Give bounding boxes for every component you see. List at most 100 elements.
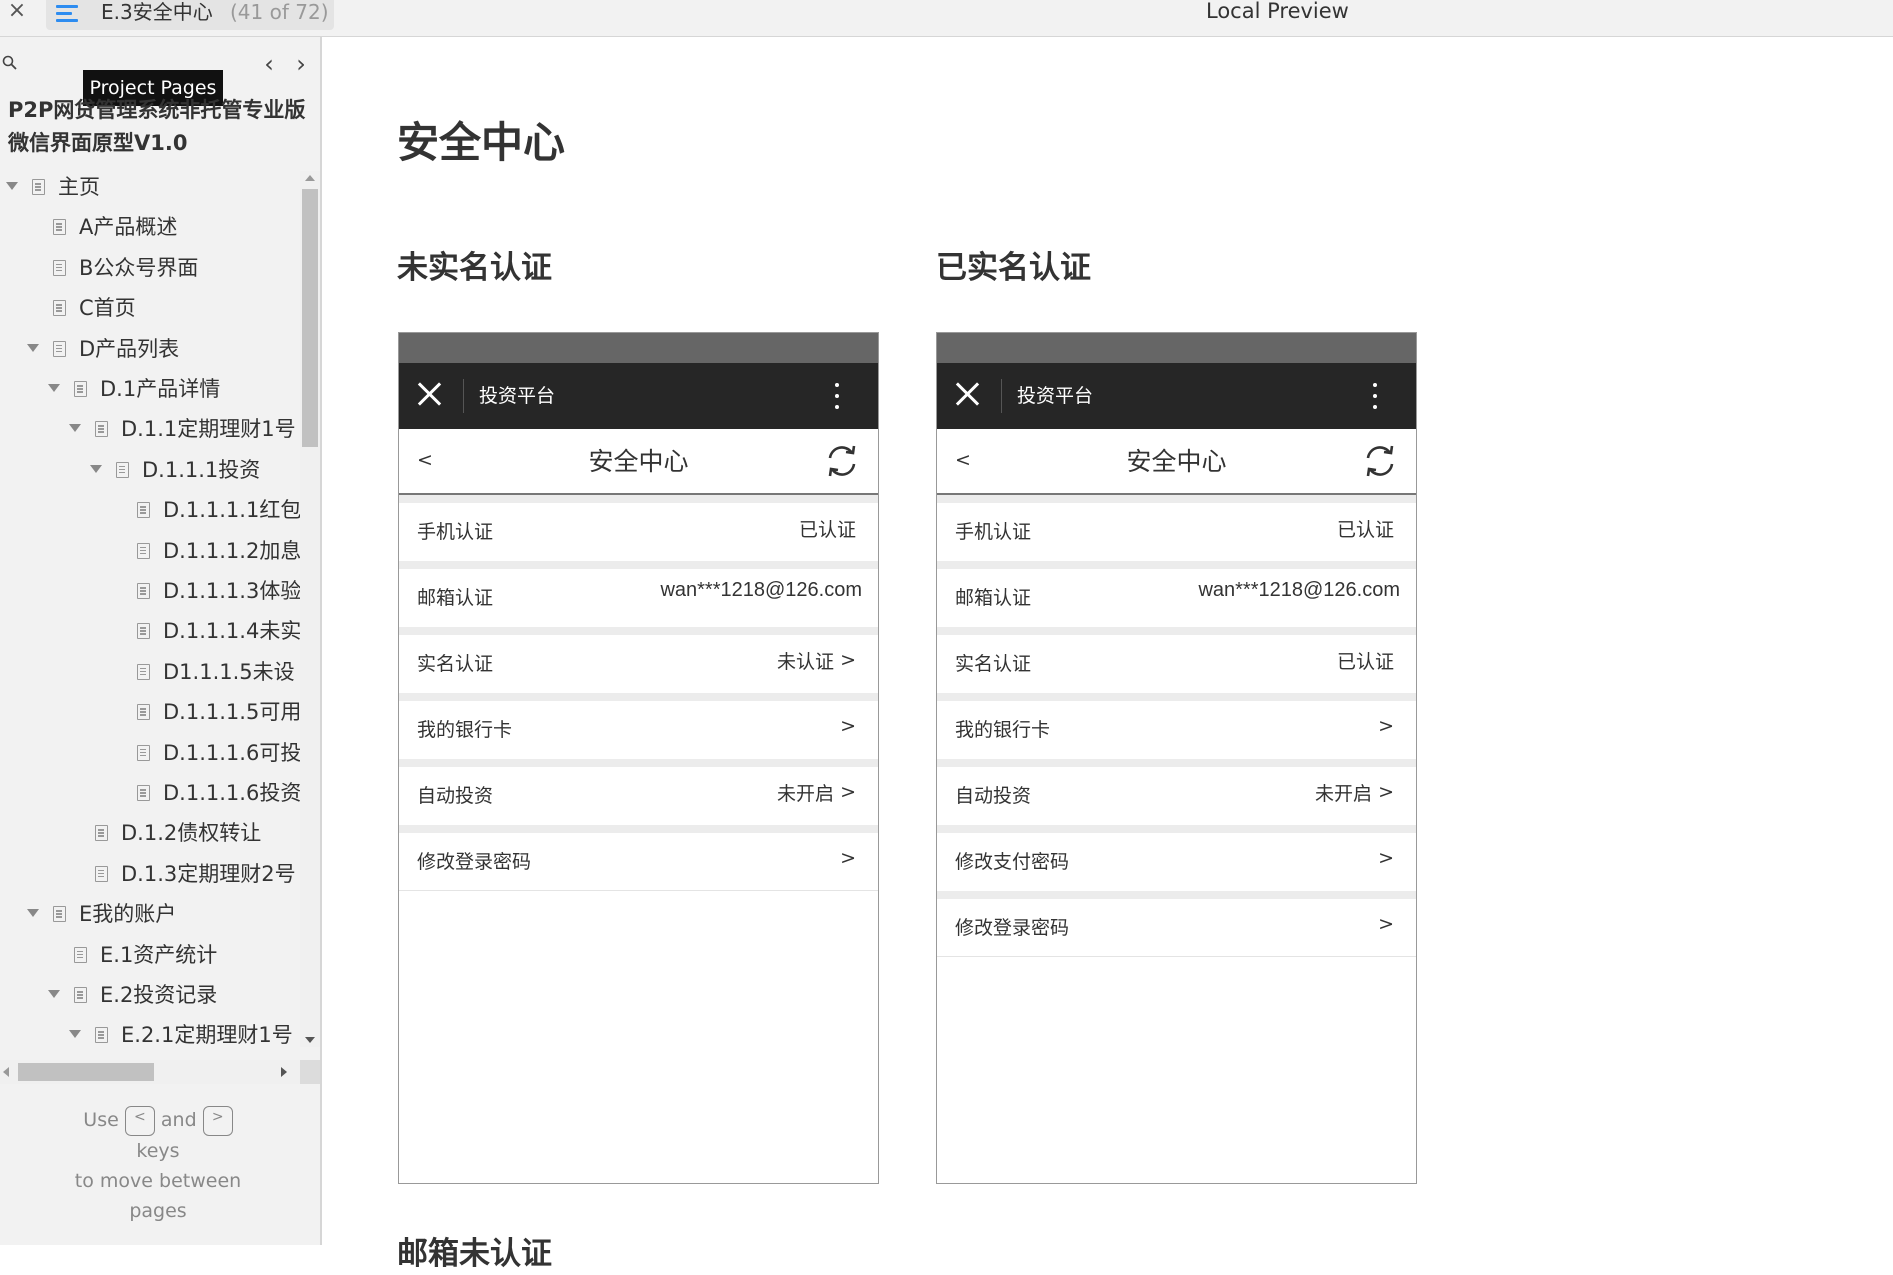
page-tree: 主页 A产品概述 B公众号界面 C首页 D产品列表 D.1产品详情 D.1.1定期理财1号 D… [0,168,300,1049]
list-item[interactable]: 邮箱认证 wan***1218@126.com [937,561,1416,627]
scrollbar-thumb[interactable] [302,189,318,447]
menu-icon[interactable] [56,2,82,24]
status-bar [937,333,1416,363]
page-icon [137,542,150,559]
list-item-value: 已认证 [1336,651,1394,673]
list-item[interactable]: 自动投资 未开启 > [399,759,878,825]
tree-item[interactable]: B公众号界面 [0,249,300,289]
app-title: 投资平台 [479,385,556,407]
prev-page-button[interactable]: ‹ [258,51,280,77]
tree-item[interactable]: D.1.1.1.2加息 [0,532,300,572]
list-item-value: 未认证 [776,651,834,673]
scroll-up-icon[interactable] [305,175,315,181]
header-title: 安全中心 [588,447,689,476]
list-item[interactable]: 自动投资 未开启 > [937,759,1416,825]
expand-arrow-icon[interactable] [27,343,39,352]
refresh-icon[interactable] [1363,443,1397,479]
expand-arrow-icon[interactable] [27,909,39,918]
list-item[interactable]: 修改支付密码 > [937,825,1416,891]
tree-item-label: 主页 [58,175,100,199]
tree-item-label: D.1.1.1.4未实 [163,619,300,644]
tree-item-label: C首页 [79,296,136,321]
chevron-right-icon: > [840,649,856,671]
tree-item[interactable]: A产品概述 [0,208,300,248]
refresh-icon[interactable] [825,443,859,479]
section-title-verified: 已实名认证 [936,250,1091,286]
list-item[interactable]: 手机认证 已认证 [937,495,1416,561]
expand-arrow-icon[interactable] [90,464,102,473]
tree-vertical-scrollbar[interactable] [300,171,320,1047]
expand-arrow-icon[interactable] [69,1030,81,1039]
security-settings-list: 手机认证 已认证 邮箱认证 wan***1218@126.com 实名认证 未认证 > 我的银… [399,495,878,891]
list-item[interactable]: 手机认证 已认证 [399,495,878,561]
list-item[interactable]: 我的银行卡 > [399,693,878,759]
tree-item[interactable]: D.1.1.1.1红包 [0,491,300,531]
list-item-value: 未开启 [776,783,834,805]
expand-arrow-icon[interactable] [48,384,60,392]
nav-header: < 安全中心 [937,429,1416,495]
list-item-label: 邮箱认证 [417,587,494,609]
tree-item[interactable]: D.1.1.1.5可用 [0,693,300,733]
list-item[interactable]: 修改登录密码 > [399,825,878,891]
section-title-email-unverified: 邮箱未认证 [397,1236,552,1272]
list-item[interactable]: 邮箱认证 wan***1218@126.com [399,561,878,627]
tree-item-label: D.1.1.1.6可投 [163,740,300,765]
current-page-name: E.3安全中心 [101,0,213,24]
tree-item-label: B公众号界面 [79,255,199,280]
tree-item[interactable]: D.1产品详情 [0,370,300,410]
page-selector[interactable]: E.3安全中心 (41 of 72) [46,0,334,30]
chevron-right-icon: > [1378,715,1394,737]
scrollbar-thumb[interactable] [18,1063,154,1081]
page-icon [137,663,150,680]
expand-arrow-icon[interactable] [6,182,18,190]
page-icon [32,179,45,195]
tree-item[interactable]: E.1资产统计 [0,936,300,976]
expand-arrow-icon[interactable] [48,990,60,998]
status-bar [399,333,878,363]
list-item-label: 手机认证 [955,521,1032,543]
close-icon[interactable]: × [6,0,28,24]
more-icon[interactable] [833,381,841,411]
close-icon[interactable] [953,379,981,411]
tree-item[interactable]: D产品列表 [0,330,300,370]
page-icon [137,502,150,519]
page-icon [137,785,150,801]
list-item[interactable]: 我的银行卡 > [937,693,1416,759]
tree-item[interactable]: 主页 [0,168,300,208]
tree-item-label: D.1.1.1.5可用 [163,700,300,725]
page-icon [74,987,87,1003]
list-item[interactable]: 修改登录密码 > [937,891,1416,957]
tree-item-label: D1.1.1.5未设 [163,659,295,684]
tree-item[interactable]: D.1.1.1.3体验 [0,572,300,612]
list-item[interactable]: 实名认证 已认证 [937,627,1416,693]
tree-item[interactable]: D1.1.1.5未设 [0,653,300,693]
page-icon [53,219,66,236]
tree-item[interactable]: E.2投资记录 [0,976,300,1016]
next-page-button[interactable]: › [290,51,312,77]
tree-horizontal-scrollbar[interactable] [0,1060,300,1084]
page-icon [137,623,150,640]
tree-item[interactable]: C首页 [0,289,300,329]
list-item[interactable]: 实名认证 未认证 > [399,627,878,693]
tree-item[interactable]: D.1.1定期理财1号 [0,410,300,450]
scroll-left-icon[interactable] [3,1067,9,1077]
scroll-right-icon[interactable] [281,1067,287,1077]
tree-item-label: E我的账户 [79,902,177,927]
tree-item[interactable]: D.1.1.1.6可投 [0,734,300,774]
tree-item[interactable]: D.1.1.1.6投资 [0,774,300,814]
top-toolbar: × E.3安全中心 (41 of 72) Local Preview [0,0,1893,37]
close-icon[interactable] [415,379,443,411]
page-icon [53,300,66,317]
tree-item[interactable]: E.2.1定期理财1号 [0,1016,300,1049]
tree-item[interactable]: E我的账户 [0,895,300,935]
tree-item[interactable]: D.1.2债权转让 [0,814,300,854]
scroll-down-icon[interactable] [305,1037,315,1043]
tree-item[interactable]: D.1.1.1投资 [0,451,300,491]
expand-arrow-icon[interactable] [69,424,81,433]
tree-item[interactable]: D.1.1.1.4未实 [0,612,300,652]
page-icon [53,340,66,357]
tree-item[interactable]: D.1.3定期理财2号 [0,855,300,895]
search-icon[interactable] [2,55,18,71]
page-icon [137,583,150,599]
more-icon[interactable] [1371,381,1379,411]
